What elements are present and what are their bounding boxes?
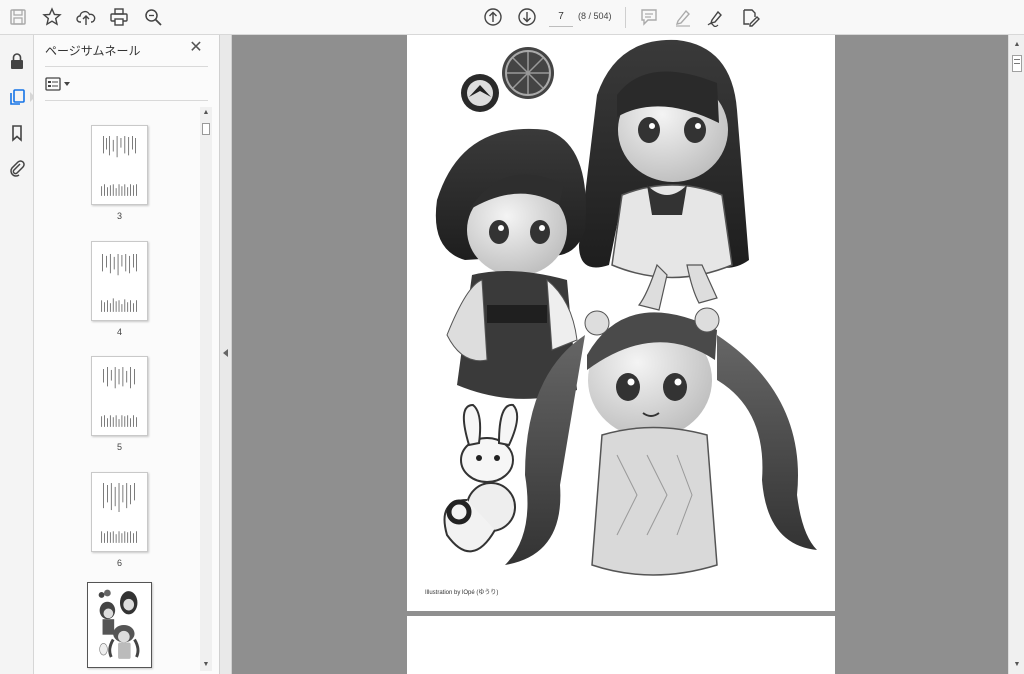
next-page-button[interactable] [514, 4, 540, 30]
lock-icon[interactable] [4, 48, 30, 74]
scroll-up-arrow[interactable]: ▲ [1011, 39, 1023, 51]
scroll-thumb[interactable] [1012, 55, 1022, 72]
chibi-illustration-image [435, 39, 817, 576]
top-toolbar: (8 / 504) [0, 0, 1024, 35]
pdf-page: Illustration by lOpé (ゆうり) [407, 35, 835, 611]
divider [45, 100, 208, 101]
thumbnail-scrollbar[interactable]: ▲ ▼ [200, 107, 212, 671]
collapse-panel-arrow[interactable] [223, 349, 228, 357]
print-icon[interactable] [106, 4, 132, 30]
highlight-pen-icon[interactable] [670, 4, 696, 30]
comment-icon[interactable] [636, 4, 662, 30]
illustration-credit: Illustration by lOpé (ゆうり) [425, 590, 499, 596]
thumbnail-list: 3 4 5 6 [34, 105, 200, 674]
thumbnail-page[interactable] [91, 472, 148, 552]
thumbnail-label: 4 [116, 327, 122, 337]
pdf-page-next [407, 616, 835, 674]
page-thumbnails-icon[interactable] [4, 84, 30, 110]
thumbnail-label: 6 [116, 558, 122, 568]
thumbnail-page[interactable] [91, 356, 148, 436]
thumbnail-panel: ページサムネール ✕ 3 4 5 6 ▲ ▼ [34, 35, 219, 674]
document-view: Illustration by lOpé (ゆうり) [232, 35, 1008, 674]
sign-pen-icon[interactable] [703, 4, 729, 30]
thumbnail-label: 5 [116, 442, 122, 452]
navigation-rail [0, 35, 35, 674]
star-icon[interactable] [39, 4, 65, 30]
panel-title: ページサムネール [45, 44, 141, 58]
thumbnail-page[interactable] [91, 125, 148, 205]
zoom-search-icon[interactable] [140, 4, 166, 30]
save-icon[interactable] [5, 4, 31, 30]
toolbar-divider [625, 7, 626, 28]
document-scrollbar[interactable]: ▲ ▼ [1008, 35, 1024, 674]
thumbnail-page-selected[interactable] [87, 582, 152, 668]
thumbnail-options-menu[interactable] [45, 75, 75, 93]
divider [45, 66, 208, 67]
previous-page-button[interactable] [480, 4, 506, 30]
page-count-label: (8 / 504) [578, 11, 612, 21]
scroll-down-arrow[interactable]: ▼ [200, 659, 212, 671]
page-number-input[interactable] [549, 7, 573, 27]
edit-pdf-icon[interactable] [737, 4, 763, 30]
close-icon[interactable]: ✕ [188, 40, 204, 56]
chevron-down-icon [64, 82, 70, 86]
bookmark-icon[interactable] [4, 120, 30, 146]
cloud-upload-icon[interactable] [73, 4, 99, 30]
panel-splitter[interactable] [219, 35, 232, 674]
attachment-clip-icon[interactable] [4, 155, 30, 181]
scroll-down-arrow[interactable]: ▼ [1011, 659, 1023, 671]
thumbnail-page[interactable] [91, 241, 148, 321]
scroll-thumb[interactable] [202, 123, 210, 135]
thumbnail-label: 3 [116, 211, 122, 221]
scroll-up-arrow[interactable]: ▲ [200, 107, 212, 119]
list-options-icon [45, 77, 61, 91]
